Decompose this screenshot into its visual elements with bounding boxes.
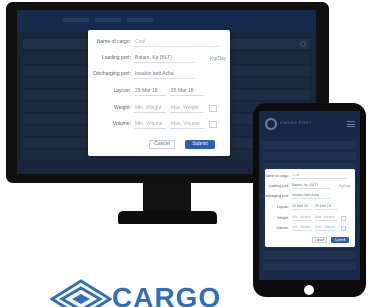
home-button[interactable] <box>304 285 314 295</box>
weight-label: Weight: <box>114 105 131 111</box>
loading-port-input[interactable]: Batam, Kp (BLT) <box>134 54 194 63</box>
volume-min-input[interactable]: Min. Volume <box>134 120 166 129</box>
cargo-form-modal: Name of cargo: Coal Loading port: Batam,… <box>88 30 230 156</box>
submit-button[interactable]: Submit <box>185 140 215 149</box>
laycan-from-input[interactable]: 29 Mar 18 <box>134 87 166 96</box>
volume-unit-stepper[interactable] <box>341 226 346 231</box>
tablet-device: CARGO PORT Name of cargo: Coal Loading p… <box>253 103 366 297</box>
cargo-name-input[interactable]: Coal <box>292 173 347 179</box>
weight-row: Weight: Min. Weight Max. Weight <box>265 215 355 222</box>
laycan-label: Laycan: <box>113 88 131 94</box>
loading-port-row: Loading port: Batam, Kp (BLT) Kg/Day <box>265 183 355 190</box>
loading-port-input[interactable]: Batam, Kp (BLT) <box>292 183 330 189</box>
volume-row: Volume: Min. Volume Max. Volume <box>265 225 355 232</box>
weight-row: Weight: Min. Weight Max. Weight <box>88 104 230 114</box>
cargo-name-label: Name of cargo: <box>265 174 289 178</box>
volume-unit-stepper[interactable] <box>209 121 217 128</box>
volume-min-input[interactable]: Min. Volume <box>292 225 312 231</box>
weight-max-input[interactable]: Max. Weight <box>170 104 204 113</box>
laycan-row: Laycan: 29 Mar 18 25 Mar 18 <box>265 204 355 211</box>
loading-port-label: Loading port: <box>101 55 131 61</box>
loading-port-label: Loading port: <box>268 184 289 188</box>
loading-port-row: Loading port: Batam, Kp (BLT) Kg/Day <box>88 54 230 64</box>
laycan-label: Laycan: <box>276 205 289 209</box>
submit-button[interactable]: Submit <box>331 237 349 243</box>
discharging-port-row: Discharging port: Inoaloo bett Acba <box>262 193 355 200</box>
tablet-screen: CARGO PORT Name of cargo: Coal Loading p… <box>259 111 360 280</box>
rate-unit: Kg/Day <box>210 56 227 62</box>
volume-label: Volume: <box>276 226 289 230</box>
tablet-cargo-form-modal: Name of cargo: Coal Loading port: Batam,… <box>262 169 355 247</box>
cargo-logo: CARGO <box>50 279 220 307</box>
weight-unit-stepper[interactable] <box>209 105 217 112</box>
cargo-name-label: Name of cargo: <box>96 39 131 45</box>
laycan-from-input[interactable]: 29 Mar 18 <box>292 204 312 210</box>
rate-unit: Kg/Day <box>339 184 351 188</box>
cargo-logo-icon <box>50 279 112 307</box>
discharging-port-row: Discharging port: Inoaloo bett Acba <box>88 70 230 80</box>
volume-max-input[interactable]: Max. Volume <box>315 225 337 231</box>
laycan-to-input[interactable]: 25 Mar 18 <box>315 204 337 210</box>
discharging-port-input[interactable]: Inoaloo bett Acba <box>292 193 330 199</box>
weight-min-input[interactable]: Min. Weight <box>134 104 166 113</box>
discharging-port-label: Discharging port: <box>93 71 131 77</box>
logo-wordmark: CARGO <box>112 282 220 307</box>
weight-max-input[interactable]: Max. Weight <box>315 215 337 221</box>
volume-max-input[interactable]: Max. Volume <box>170 120 204 129</box>
discharging-port-input[interactable]: Inoaloo bett Acba <box>134 70 194 79</box>
weight-min-input[interactable]: Min. Weight <box>292 215 312 221</box>
laycan-to-input[interactable]: 25 Mar 18 <box>170 87 204 96</box>
cancel-button[interactable]: Cancel <box>312 237 327 243</box>
weight-label: Weight: <box>277 216 289 220</box>
cargo-name-input[interactable]: Coal <box>134 38 220 47</box>
monitor-stand <box>143 183 191 213</box>
volume-label: Volume: <box>112 121 131 127</box>
monitor-base <box>118 211 217 224</box>
cargo-name-row: Name of cargo: Coal <box>265 173 355 180</box>
volume-row: Volume: Min. Volume Max. Volume <box>88 120 230 130</box>
cancel-button[interactable]: Cancel <box>149 140 175 149</box>
laycan-row: Laycan: 29 Mar 18 25 Mar 18 <box>88 87 230 97</box>
weight-unit-stepper[interactable] <box>341 216 346 221</box>
discharging-port-label: Discharging port: <box>262 194 289 198</box>
cargo-name-row: Name of cargo: Coal <box>88 38 230 48</box>
